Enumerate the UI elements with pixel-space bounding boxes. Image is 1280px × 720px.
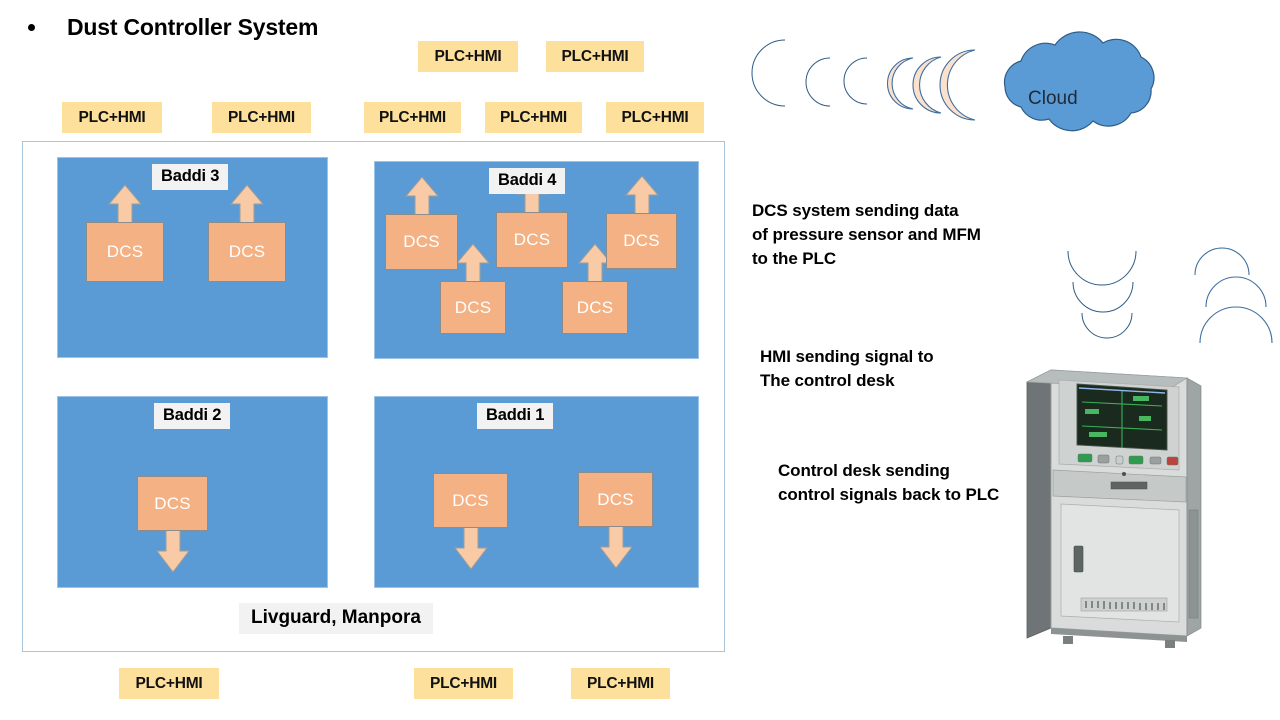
cabinet-door-handle — [1073, 545, 1084, 573]
dcs-box-4-1: DCS — [433, 473, 508, 528]
dcs-box-1-2: DCS — [208, 222, 286, 282]
signal-wave-blue-down-icon — [1067, 250, 1137, 339]
cabinet-side-panel — [1026, 369, 1052, 639]
plc-hmi-chip-top-0: PLC+HMI — [418, 41, 518, 72]
dcs-box-2-5: DCS — [562, 281, 628, 334]
plc-hmi-chip-bottom-1: PLC+HMI — [414, 668, 513, 699]
baddi-label-4: Baddi 1 — [477, 403, 554, 429]
cabinet-foot-left — [1063, 636, 1073, 644]
cloud-graphic — [751, 31, 1155, 132]
page-title: Dust Controller System — [28, 14, 318, 41]
baddi-label-2: Baddi 4 — [489, 168, 566, 194]
cabinet-drawer-led — [1122, 472, 1126, 476]
plc-hmi-chip-mid-0: PLC+HMI — [62, 102, 162, 133]
dcs-box-2-4: DCS — [440, 281, 506, 334]
signal-wave-peach-up-icon — [1194, 247, 1273, 344]
dcs-box-1-1: DCS — [86, 222, 164, 282]
signal-waves-control-desk — [1067, 247, 1273, 344]
plc-hmi-chip-mid-4: PLC+HMI — [606, 102, 704, 133]
plc-hmi-chip-top-1: PLC+HMI — [546, 41, 644, 72]
baddi-label-1: Baddi 3 — [152, 164, 229, 190]
annotation-text-1: DCS system sending data of pressure sens… — [752, 201, 981, 269]
annotation-text-3: Control desk sending control signals bac… — [778, 461, 1000, 505]
page-title-text: Dust Controller System — [67, 14, 319, 40]
plc-hmi-chip-mid-2: PLC+HMI — [364, 102, 461, 133]
cabinet-drawer-slot — [1110, 481, 1148, 490]
annotation-text-2: HMI sending signal to The control desk — [760, 347, 934, 391]
cloud-icon — [1003, 31, 1155, 132]
cabinet-terminal-strip — [1080, 597, 1168, 612]
dcs-box-2-3: DCS — [606, 213, 677, 269]
cloud-label: Cloud — [1028, 88, 1078, 109]
bullet-icon — [28, 24, 35, 31]
dcs-box-2-2: DCS — [496, 212, 568, 268]
plc-hmi-chip-bottom-2: PLC+HMI — [571, 668, 670, 699]
plc-hmi-chip-mid-3: PLC+HMI — [485, 102, 582, 133]
plc-hmi-chip-mid-1: PLC+HMI — [212, 102, 311, 133]
control-desk-cabinet — [1025, 369, 1202, 648]
site-label: Livguard, Manpora — [239, 603, 433, 634]
signal-wave-peach-icon — [886, 49, 976, 121]
cabinet-side-vent — [1188, 509, 1199, 619]
signal-wave-blue-icon — [751, 39, 868, 107]
dcs-box-2-1: DCS — [385, 214, 458, 270]
dcs-box-4-2: DCS — [578, 472, 653, 527]
cabinet-foot-right — [1165, 640, 1175, 648]
plc-hmi-chip-bottom-0: PLC+HMI — [119, 668, 219, 699]
baddi-label-3: Baddi 2 — [154, 403, 231, 429]
dcs-box-3-1: DCS — [137, 476, 208, 531]
